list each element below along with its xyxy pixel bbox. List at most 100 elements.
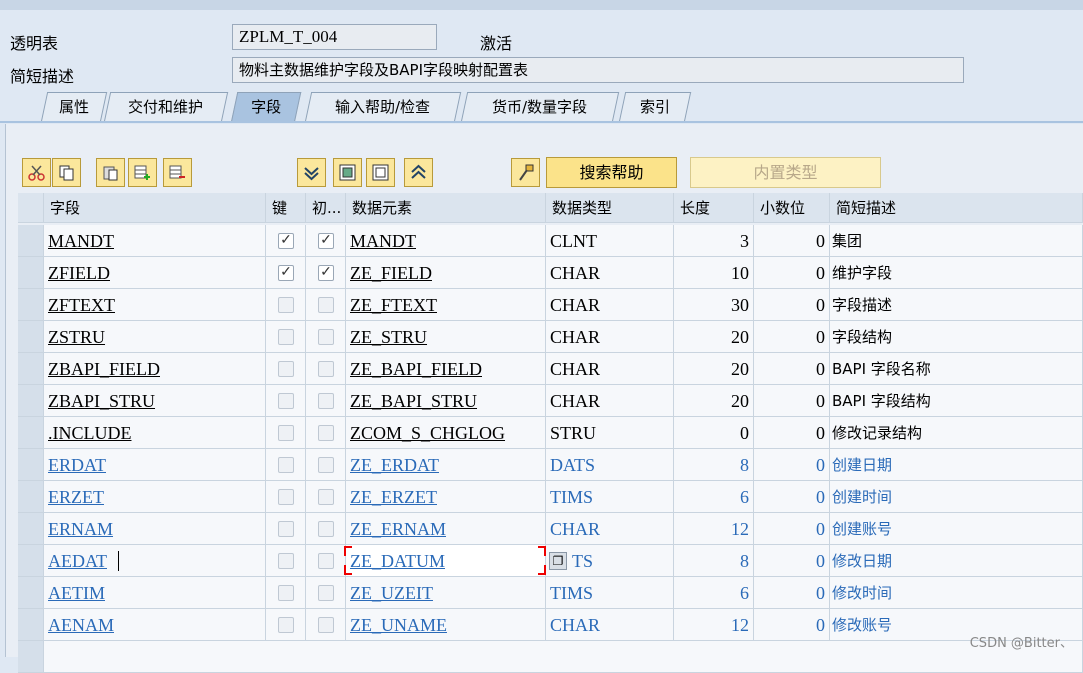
init-checkbox[interactable] bbox=[318, 457, 334, 473]
table-row[interactable]: ERDAT ZE_ERDAT DATS 8 0 创建日期 bbox=[18, 449, 1083, 481]
empty-row-cells[interactable] bbox=[44, 641, 1083, 673]
value-help-icon[interactable]: ❐ bbox=[549, 552, 567, 570]
length-cell[interactable]: 10 bbox=[674, 257, 754, 289]
field-name-cell[interactable]: AENAM bbox=[44, 609, 266, 641]
data-element-cell[interactable]: ZCOM_S_CHGLOG bbox=[346, 417, 546, 449]
tab-index[interactable]: 索引 bbox=[618, 92, 692, 122]
cut-button[interactable] bbox=[22, 158, 51, 187]
length-cell[interactable]: 3 bbox=[674, 225, 754, 257]
key-checkbox[interactable] bbox=[278, 329, 294, 345]
row-selector[interactable] bbox=[18, 417, 44, 449]
table-row[interactable]: ZSTRU ZE_STRU CHAR 20 0 字段结构 bbox=[18, 321, 1083, 353]
key-checkbox[interactable] bbox=[278, 617, 294, 633]
tab-attributes[interactable]: 属性 bbox=[40, 92, 108, 122]
length-cell[interactable]: 12 bbox=[674, 513, 754, 545]
empty-table-row[interactable] bbox=[18, 641, 1083, 673]
col-header-short-desc[interactable]: 简短描述 bbox=[830, 193, 1083, 223]
table-name-field[interactable]: ZPLM_T_004 bbox=[232, 24, 437, 50]
init-checkbox[interactable] bbox=[318, 393, 334, 409]
row-selector[interactable] bbox=[18, 385, 44, 417]
row-selector[interactable] bbox=[18, 289, 44, 321]
table-row[interactable]: ERNAM ZE_ERNAM CHAR 12 0 创建账号 bbox=[18, 513, 1083, 545]
row-selector[interactable] bbox=[18, 609, 44, 641]
data-element-cell[interactable]: ZE_UNAME bbox=[346, 609, 546, 641]
builtin-type-button[interactable]: 内置类型 bbox=[690, 157, 881, 188]
field-name-cell[interactable]: ERDAT bbox=[44, 449, 266, 481]
decimals-cell[interactable]: 0 bbox=[754, 513, 830, 545]
short-desc-field[interactable]: 物料主数据维护字段及BAPI字段映射配置表 bbox=[232, 57, 964, 83]
decimals-cell[interactable]: 0 bbox=[754, 353, 830, 385]
decimals-cell[interactable]: 0 bbox=[754, 545, 830, 577]
data-type-cell[interactable]: CHAR bbox=[546, 321, 674, 353]
col-header-key[interactable]: 键 bbox=[266, 193, 306, 223]
length-cell[interactable]: 0 bbox=[674, 417, 754, 449]
length-cell[interactable]: 6 bbox=[674, 577, 754, 609]
decimals-cell[interactable]: 0 bbox=[754, 609, 830, 641]
key-checkbox[interactable] bbox=[278, 521, 294, 537]
header-selector[interactable] bbox=[18, 193, 44, 223]
data-element-cell[interactable]: ZE_ERNAM bbox=[346, 513, 546, 545]
table-row[interactable]: AENAM ZE_UNAME CHAR 12 0 修改账号 bbox=[18, 609, 1083, 641]
decimals-cell[interactable]: 0 bbox=[754, 449, 830, 481]
init-checkbox[interactable] bbox=[318, 329, 334, 345]
key-checkbox[interactable] bbox=[278, 457, 294, 473]
init-checkbox[interactable]: ✓ bbox=[318, 233, 334, 249]
length-cell[interactable]: 8 bbox=[674, 449, 754, 481]
field-name-cell[interactable]: MANDT bbox=[44, 225, 266, 257]
row-selector[interactable] bbox=[18, 481, 44, 513]
length-cell[interactable]: 30 bbox=[674, 289, 754, 321]
init-checkbox[interactable] bbox=[318, 425, 334, 441]
decimals-cell[interactable]: 0 bbox=[754, 257, 830, 289]
row-selector[interactable] bbox=[18, 641, 44, 673]
data-type-cell[interactable]: CHAR bbox=[546, 353, 674, 385]
key-checkbox[interactable] bbox=[278, 585, 294, 601]
data-element-cell[interactable]: ZE_FIELD bbox=[346, 257, 546, 289]
table-row[interactable]: ZBAPI_FIELD ZE_BAPI_FIELD CHAR 20 0 BAPI 字段名称 bbox=[18, 353, 1083, 385]
field-name-cell[interactable]: AETIM bbox=[44, 577, 266, 609]
delete-row-button[interactable] bbox=[163, 158, 192, 187]
table-row[interactable]: ZBAPI_STRU ZE_BAPI_STRU CHAR 20 0 BAPI 字段结构 bbox=[18, 385, 1083, 417]
copy-button[interactable] bbox=[52, 158, 81, 187]
key-checkbox[interactable] bbox=[278, 425, 294, 441]
key-checkbox[interactable]: ✓ bbox=[278, 233, 294, 249]
data-element-cell[interactable]: ZE_FTEXT bbox=[346, 289, 546, 321]
init-checkbox[interactable] bbox=[318, 617, 334, 633]
decimals-cell[interactable]: 0 bbox=[754, 321, 830, 353]
key-checkbox[interactable] bbox=[278, 553, 294, 569]
key-checkbox[interactable] bbox=[278, 489, 294, 505]
init-checkbox[interactable] bbox=[318, 585, 334, 601]
deselect-all-button[interactable] bbox=[366, 158, 395, 187]
data-element-cell-editing[interactable]: ZE_DATUM bbox=[346, 545, 546, 577]
decimals-cell[interactable]: 0 bbox=[754, 577, 830, 609]
field-name-cell[interactable]: ZBAPI_FIELD bbox=[44, 353, 266, 385]
col-header-field[interactable]: 字段 bbox=[44, 193, 266, 223]
row-selector[interactable] bbox=[18, 321, 44, 353]
data-type-cell[interactable]: CHAR bbox=[546, 289, 674, 321]
decimals-cell[interactable]: 0 bbox=[754, 225, 830, 257]
expand-button[interactable] bbox=[297, 158, 326, 187]
field-name-cell[interactable]: .INCLUDE bbox=[44, 417, 266, 449]
field-name-cell[interactable]: ERNAM bbox=[44, 513, 266, 545]
data-element-cell[interactable]: ZE_ERZET bbox=[346, 481, 546, 513]
decimals-cell[interactable]: 0 bbox=[754, 481, 830, 513]
key-checkbox[interactable] bbox=[278, 361, 294, 377]
row-selector[interactable] bbox=[18, 449, 44, 481]
row-selector[interactable] bbox=[18, 353, 44, 385]
row-selector[interactable] bbox=[18, 257, 44, 289]
col-header-length[interactable]: 长度 bbox=[674, 193, 754, 223]
field-name-cell[interactable]: ZFTEXT bbox=[44, 289, 266, 321]
key-checkbox[interactable]: ✓ bbox=[278, 265, 294, 281]
tab-delivery-maintenance[interactable]: 交付和维护 bbox=[103, 92, 229, 122]
init-checkbox[interactable]: ✓ bbox=[318, 265, 334, 281]
length-cell[interactable]: 12 bbox=[674, 609, 754, 641]
select-all-button[interactable] bbox=[333, 158, 362, 187]
length-cell[interactable]: 20 bbox=[674, 321, 754, 353]
field-name-cell[interactable]: ZBAPI_STRU bbox=[44, 385, 266, 417]
key-checkbox[interactable] bbox=[278, 297, 294, 313]
table-row[interactable]: MANDT ✓ ✓ MANDT CLNT 3 0 集团 bbox=[18, 225, 1083, 257]
init-checkbox[interactable] bbox=[318, 521, 334, 537]
init-checkbox[interactable] bbox=[318, 297, 334, 313]
decimals-cell[interactable]: 0 bbox=[754, 417, 830, 449]
row-selector[interactable] bbox=[18, 513, 44, 545]
field-name-cell[interactable]: ZSTRU bbox=[44, 321, 266, 353]
